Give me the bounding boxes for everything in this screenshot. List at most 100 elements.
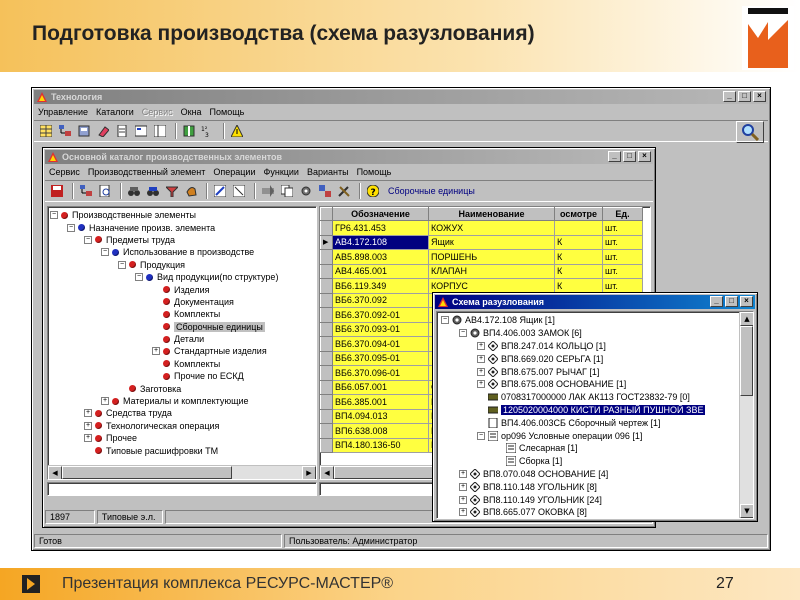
row-marker[interactable] [320, 321, 333, 337]
scheme-node[interactable]: + ВП8.247.014 КОЛЬЦО [1] [441, 340, 737, 353]
tree-node[interactable]: − Использование в производстве [50, 246, 314, 258]
table-row[interactable]: ▶ АВ4.172.108 Ящик Кшт. [320, 234, 643, 250]
table-cell[interactable]: КЛАПАН [428, 263, 555, 279]
tree-node[interactable]: + Прочее [50, 432, 314, 444]
table-cell[interactable]: ПОРШЕНЬ [428, 249, 555, 265]
layout-icon[interactable] [152, 123, 168, 139]
table-cell[interactable]: шт. [602, 220, 643, 236]
scheme-node[interactable]: Слесарная [1] [441, 442, 737, 455]
minimize-button[interactable]: _ [723, 91, 736, 102]
expand-icon[interactable]: + [152, 347, 160, 356]
tree-node[interactable]: + Средства труда [50, 407, 314, 419]
hand-icon[interactable] [183, 183, 199, 199]
scheme-scrollbar-v[interactable]: ▲ ▼ [739, 312, 753, 518]
tree-icon[interactable] [78, 183, 94, 199]
tree-node[interactable]: Заготовка [50, 382, 314, 394]
scheme-node[interactable]: + ВП8.110.148 УГОЛЬНИК [8] [441, 480, 737, 493]
warning-icon[interactable] [229, 123, 245, 139]
row-marker[interactable] [320, 249, 333, 265]
close-button[interactable]: × [638, 151, 651, 162]
find-next-icon[interactable] [145, 183, 161, 199]
app-titlebar[interactable]: Технология _ □ × [34, 90, 768, 104]
row-marker[interactable] [320, 408, 333, 424]
minimize-button[interactable]: _ [608, 151, 621, 162]
table-cell[interactable]: КОЖУХ [428, 220, 555, 236]
help-icon[interactable]: ? [365, 183, 381, 199]
table-cell[interactable]: шт. [602, 234, 643, 250]
tree-icon[interactable] [57, 123, 73, 139]
table-cell[interactable] [554, 220, 603, 236]
tree-node[interactable]: − Вид продукции(по структуре) [50, 271, 314, 283]
sort-icon[interactable]: 1² 3 [200, 123, 216, 139]
catalog-tree-pane[interactable]: − Производственные элементы − Назначение пр… [47, 206, 317, 480]
menu-item[interactable]: Окна [177, 107, 206, 117]
tree-node[interactable]: − Производственные элементы [50, 209, 314, 221]
scheme-node[interactable]: Сборка [1] [441, 455, 737, 468]
table-cell[interactable]: шт. [602, 263, 643, 279]
scheme-titlebar[interactable]: Схема разузлования _ □ × [435, 295, 755, 309]
table-row[interactable]: ГР6.431.453 КОЖУХ шт. [320, 220, 643, 236]
structure-icon[interactable] [76, 123, 92, 139]
expand-icon[interactable]: + [459, 482, 467, 491]
table-row[interactable]: ВБ6.119.349 КОРПУС Кшт. [320, 278, 643, 294]
table-cell[interactable]: К [554, 234, 603, 250]
scroll-left-button[interactable]: ◀ [48, 466, 62, 479]
expand-icon[interactable]: + [477, 341, 485, 350]
collapse-icon[interactable]: − [84, 235, 92, 244]
table-cell[interactable]: ВБ6.057.001 [332, 379, 429, 395]
menu-item[interactable]: Помощь [353, 167, 396, 177]
tree-node[interactable]: Изделия [50, 283, 314, 295]
scroll-up-button[interactable]: ▲ [740, 312, 753, 326]
collapse-icon[interactable]: − [441, 316, 449, 325]
row-marker[interactable]: ▶ [320, 234, 333, 250]
link-icon[interactable] [231, 183, 247, 199]
scheme-tree-pane[interactable]: − АВ4.172.108 Ящик [1] − ВП4.406.003 ЗАМОК … [436, 311, 754, 519]
preview-icon[interactable] [97, 183, 113, 199]
scroll-thumb[interactable] [62, 466, 232, 479]
tree-node[interactable]: Комплекты [50, 308, 314, 320]
menu-item[interactable]: Операции [209, 167, 259, 177]
minimize-button[interactable]: _ [710, 296, 723, 307]
table-cell[interactable]: ВП4.094.013 [332, 408, 429, 424]
tree-node[interactable]: Детали [50, 333, 314, 345]
collapse-icon[interactable]: − [135, 273, 143, 282]
document-icon[interactable] [114, 123, 130, 139]
expand-icon[interactable]: + [101, 397, 109, 406]
scheme-node[interactable]: + ВП8.070.048 ОСНОВАНИЕ [4] [441, 468, 737, 481]
column-header[interactable]: Наименование [428, 207, 555, 221]
expand-icon[interactable]: + [459, 469, 467, 478]
tree-node[interactable]: − Продукция [50, 259, 314, 271]
table-cell[interactable]: ВП4.180.136-50 [332, 437, 429, 453]
tree-node[interactable]: Сборочные единицы [50, 321, 314, 333]
tree-filter-input[interactable] [47, 482, 317, 496]
menu-item[interactable]: Варианты [303, 167, 353, 177]
form-icon[interactable] [133, 123, 149, 139]
row-marker[interactable] [320, 220, 333, 236]
maximize-button[interactable]: □ [738, 91, 751, 102]
table-cell[interactable]: К [554, 249, 603, 265]
table-cell[interactable]: ВБ6.370.092 [332, 292, 429, 308]
scheme-node[interactable]: 1205020004000 КИСТИ РАЗНЫЙ ПУШНОЙ ЗВЕ [441, 404, 737, 417]
expand-icon[interactable]: + [84, 409, 92, 418]
table-row[interactable]: АВ4.465.001 КЛАПАН Кшт. [320, 263, 643, 279]
table-row[interactable]: АВ5.898.003 ПОРШЕНЬ Кшт. [320, 249, 643, 265]
tree-node[interactable]: Документация [50, 296, 314, 308]
table-cell[interactable]: Ящик [428, 234, 555, 250]
table-cell[interactable]: ГР6.431.453 [332, 220, 429, 236]
tree-node[interactable]: Типовые расшифровки ТМ [50, 444, 314, 456]
scroll-right-button[interactable]: ▶ [302, 466, 316, 479]
table-cell[interactable]: ВБ6.370.096-01 [332, 365, 429, 381]
scheme-node[interactable]: + ВП8.669.020 СЕРЬГА [1] [441, 352, 737, 365]
table-cell[interactable]: шт. [602, 249, 643, 265]
menu-item[interactable]: Каталоги [92, 107, 138, 117]
menu-item[interactable]: Функции [260, 167, 303, 177]
maximize-button[interactable]: □ [725, 296, 738, 307]
collapse-icon[interactable]: − [50, 211, 58, 220]
menu-item[interactable]: Управление [34, 107, 92, 117]
collapse-icon[interactable]: − [459, 329, 467, 338]
row-marker[interactable] [320, 263, 333, 279]
expand-icon[interactable]: + [459, 508, 467, 517]
scroll-thumb[interactable] [740, 326, 753, 396]
table-cell[interactable]: ВБ6.370.093-01 [332, 321, 429, 337]
row-marker[interactable] [320, 307, 333, 323]
